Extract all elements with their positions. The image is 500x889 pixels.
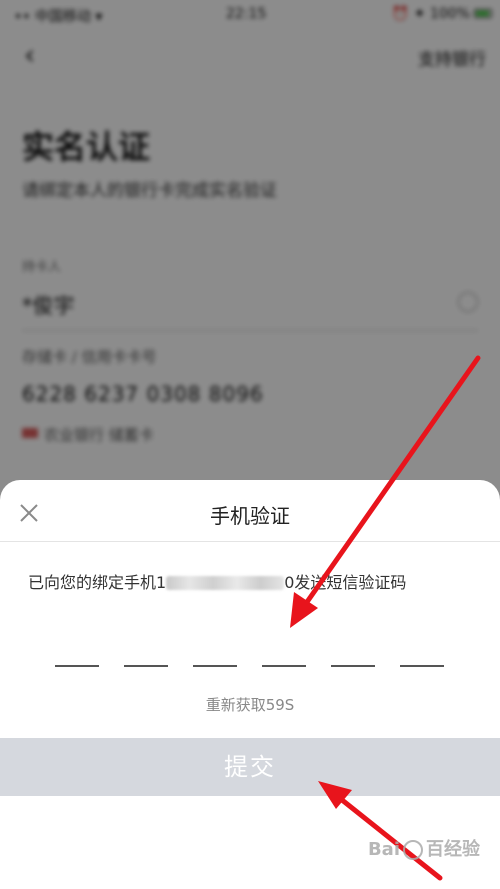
phone-verification-sheet: 手机验证 已向您的绑定手机1 0发送短信验证码 重新获取59S 提交 — [0, 480, 500, 889]
code-digit-slot[interactable] — [55, 665, 99, 667]
code-digit-slot[interactable] — [193, 665, 237, 667]
resend-countdown[interactable]: 重新获取59S — [0, 694, 500, 715]
sheet-title: 手机验证 — [210, 504, 290, 528]
sheet-header: 手机验证 — [0, 480, 500, 542]
paw-icon — [403, 840, 423, 860]
code-digit-slot[interactable] — [124, 665, 168, 667]
message-suffix: 0发送短信验证码 — [284, 573, 407, 592]
watermark-logo: Bai 百经验 — [367, 839, 480, 860]
masked-phone-number — [166, 576, 285, 590]
code-digit-slot[interactable] — [331, 665, 375, 667]
verification-code-input[interactable] — [55, 665, 445, 669]
sms-sent-message: 已向您的绑定手机1 0发送短信验证码 — [28, 569, 406, 593]
submit-button[interactable]: 提交 — [0, 738, 500, 796]
code-digit-slot[interactable] — [262, 665, 306, 667]
message-prefix: 已向您的绑定手机1 — [28, 573, 167, 592]
code-digit-slot[interactable] — [400, 665, 444, 667]
